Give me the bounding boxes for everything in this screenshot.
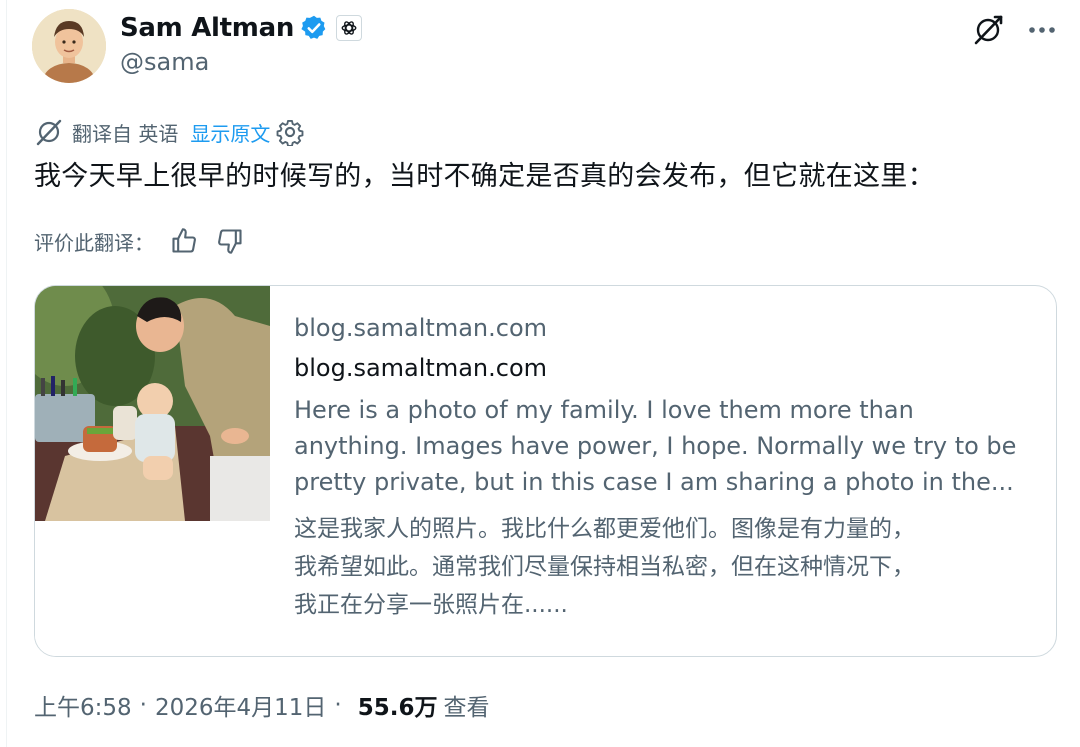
more-icon[interactable] [1024,12,1060,48]
views-count: 55.6万 [357,695,438,721]
link-preview-card[interactable]: blog.samaltman.com blog.samaltman.com He… [34,285,1057,657]
separator-dot: · [334,692,342,718]
translation-notice: 翻译自 英语 显示原文 [34,116,304,148]
avatar[interactable] [32,9,106,83]
gear-icon[interactable] [276,118,304,147]
tweet-text: 我今天早上很早的时候写的，当时不确定是否真的会发布，但它就在这里： [34,161,935,192]
author-display-name[interactable]: Sam Altman [120,13,294,43]
views-label: 查看 [443,695,490,721]
tweet-time[interactable]: 上午6:58 [34,688,132,722]
thumbs-up-icon[interactable] [168,225,200,257]
card-photo[interactable] [35,286,270,656]
page-left-border [6,0,7,747]
header-actions [970,12,1060,48]
card-domain[interactable]: blog.samaltman.com [294,308,1032,348]
card-description: Here is a photo of my family. I love the… [294,392,1032,500]
tweet-date[interactable]: 2026年4月11日 [155,688,326,722]
author-name-row: Sam Altman [120,10,363,46]
card-translation: 这是我家人的照片。我比什么都更爱他们。图像是有力量的， 我希望如此。通常我们尽量… [294,510,1032,624]
thumbs-down-icon[interactable] [214,225,246,257]
verified-badge-icon[interactable] [300,14,328,42]
card-description-line: pretty private, but in this case I am sh… [294,468,1014,496]
rate-translation-row: 评价此翻译： [34,224,260,258]
show-original-link[interactable]: 显示原文 [190,118,270,147]
tweet-meta: 上午6:58 · 2026年4月11日 · 55.6万 查看 [34,688,489,722]
card-translation-line: 我希望如此。通常我们尽量保持相当私密，但在这种情况下， [294,554,915,580]
card-description-line: Here is a photo of my family. I love the… [294,396,914,424]
separator-dot: · [139,692,147,718]
grok-icon[interactable] [970,12,1006,48]
translated-from-label: 翻译自 英语 [72,121,179,146]
card-translation-line: 我正在分享一张照片在...... [294,592,568,618]
card-title[interactable]: blog.samaltman.com [294,348,1032,388]
rate-translation-label: 评价此翻译： [34,230,154,255]
author-handle[interactable]: @sama [120,48,209,76]
card-description-line: anything. Images have power, I hope. Nor… [294,432,1017,460]
card-body[interactable]: blog.samaltman.com blog.samaltman.com He… [270,286,1056,656]
card-translation-line: 这是我家人的照片。我比什么都更爱他们。图像是有力量的， [294,516,915,542]
openai-logo-icon[interactable] [336,15,363,41]
grok-translate-icon [34,117,64,147]
